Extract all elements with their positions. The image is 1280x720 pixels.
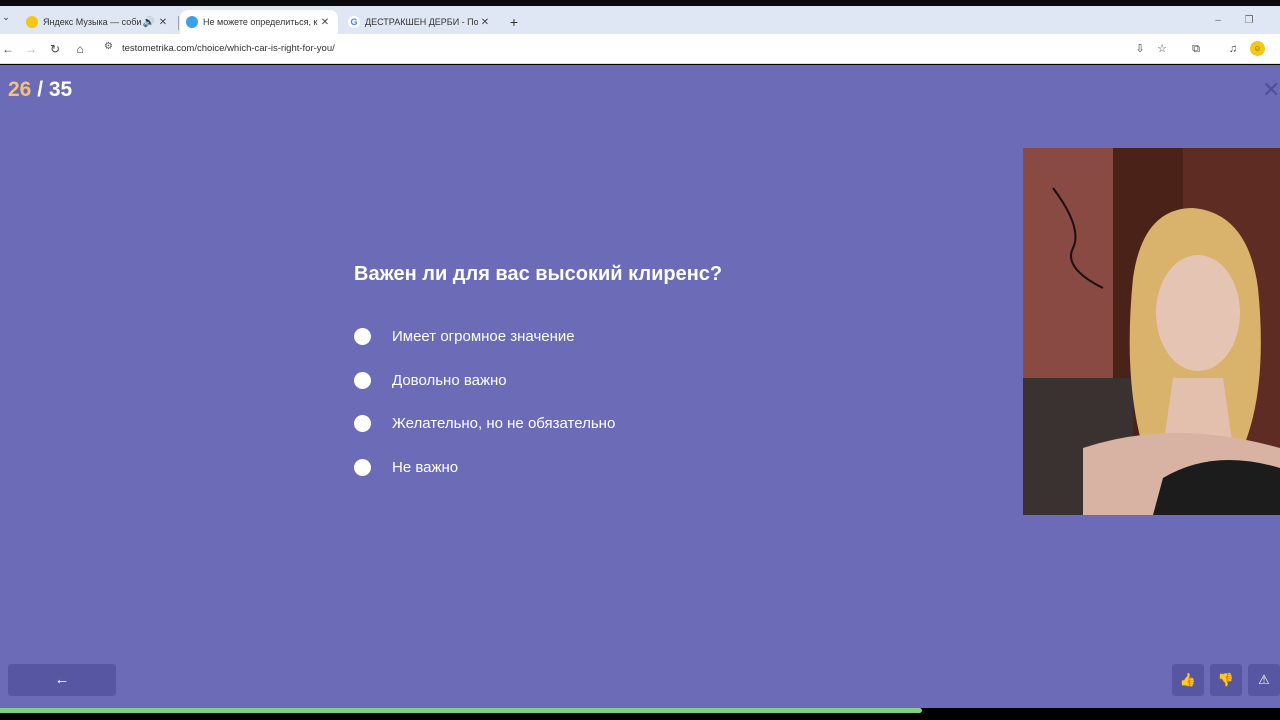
quiz-page: 26 / 35 ✕ Важен ли для вас высокий клире… bbox=[0, 65, 1280, 708]
browser-toolbar: ← → ↻ ⌂ ⚙ testometrika.com/choice/which-… bbox=[0, 34, 1280, 64]
answer-options: Имеет огромное значение Довольно важно Ж… bbox=[354, 315, 615, 489]
radio-button[interactable] bbox=[354, 415, 371, 433]
question-title: Важен ли для вас высокий клиренс? bbox=[354, 263, 723, 285]
radio-button[interactable] bbox=[354, 328, 371, 346]
close-quiz-icon[interactable]: ✕ bbox=[1262, 77, 1280, 103]
testometrika-favicon-icon bbox=[186, 16, 198, 28]
reload-icon[interactable]: ↻ bbox=[47, 41, 63, 57]
browser-tab-strip: ⌄ Яндекс Музыка — собирае 🔊 ✕ Не можете … bbox=[0, 6, 1280, 34]
radio-button[interactable] bbox=[354, 371, 371, 389]
url-text[interactable]: testometrika.com/choice/which-car-is-rig… bbox=[122, 43, 335, 54]
answer-option[interactable]: Не важно bbox=[354, 446, 615, 490]
tab-search-icon[interactable]: ⌄ bbox=[0, 12, 12, 28]
webcam-image bbox=[1023, 148, 1280, 515]
tab-close-icon[interactable]: ✕ bbox=[478, 17, 492, 28]
tab-title: ДЕСТРАКШЕН ДЕРБИ - Поиск bbox=[365, 17, 478, 27]
total-question-count: 35 bbox=[48, 78, 73, 101]
home-icon[interactable]: ⌂ bbox=[72, 41, 88, 57]
tab-close-icon[interactable]: ✕ bbox=[156, 17, 170, 28]
answer-option[interactable]: Довольно важно bbox=[354, 359, 615, 403]
answer-option[interactable]: Желательно, но не обязательно bbox=[354, 402, 615, 446]
media-control-icon[interactable]: ♫ bbox=[1225, 41, 1241, 57]
profile-avatar-icon[interactable]: ☺ bbox=[1250, 41, 1265, 56]
tab-testometrika[interactable]: Не можете определиться, как ✕ bbox=[180, 10, 338, 34]
webcam-overlay bbox=[1023, 148, 1280, 515]
back-arrow-icon[interactable]: ← bbox=[0, 41, 16, 57]
radio-button[interactable] bbox=[354, 458, 371, 476]
tab-audio-icon[interactable]: 🔊 bbox=[142, 17, 156, 28]
extensions-icon[interactable]: ⧉ bbox=[1188, 41, 1204, 57]
current-question-number: 26 bbox=[8, 78, 32, 101]
answer-label[interactable]: Желательно, но не обязательно bbox=[392, 415, 615, 432]
restore-icon[interactable]: ❐ bbox=[1241, 15, 1257, 26]
tab-google-search[interactable]: G ДЕСТРАКШЕН ДЕРБИ - Поиск ✕ bbox=[342, 10, 498, 34]
dislike-button[interactable]: 👎 bbox=[1210, 664, 1242, 696]
question-counter: 26 / 35 bbox=[8, 78, 72, 102]
new-tab-button[interactable]: + bbox=[506, 14, 522, 30]
answer-label[interactable]: Не важно bbox=[392, 459, 458, 476]
answer-label[interactable]: Довольно важно bbox=[392, 372, 507, 389]
address-bar[interactable]: ⚙ testometrika.com/choice/which-car-is-r… bbox=[98, 37, 1180, 61]
forward-arrow-icon[interactable]: → bbox=[23, 41, 39, 57]
tab-close-icon[interactable]: ✕ bbox=[318, 17, 332, 28]
previous-question-button[interactable]: ← bbox=[8, 664, 116, 696]
answer-option[interactable]: Имеет огромное значение bbox=[354, 315, 615, 359]
answer-label[interactable]: Имеет огромное значение bbox=[392, 328, 575, 345]
report-button[interactable]: ⚠ bbox=[1248, 664, 1280, 696]
tab-yandex-music[interactable]: Яндекс Музыка — собирае 🔊 ✕ bbox=[20, 10, 176, 34]
tab-title: Не можете определиться, как bbox=[203, 17, 318, 27]
install-app-icon[interactable]: ⇩ bbox=[1132, 41, 1148, 57]
minimize-icon[interactable]: – bbox=[1210, 15, 1226, 26]
tab-divider bbox=[178, 16, 179, 30]
counter-separator: / bbox=[31, 78, 49, 101]
tab-title: Яндекс Музыка — собирае bbox=[43, 17, 142, 27]
quiz-progress-bar bbox=[0, 708, 922, 713]
site-info-icon[interactable]: ⚙ bbox=[104, 41, 113, 52]
yandex-music-favicon-icon bbox=[26, 16, 38, 28]
like-button[interactable]: 👍 bbox=[1172, 664, 1204, 696]
google-favicon-icon: G bbox=[348, 16, 360, 28]
bookmark-star-icon[interactable]: ☆ bbox=[1154, 41, 1170, 57]
